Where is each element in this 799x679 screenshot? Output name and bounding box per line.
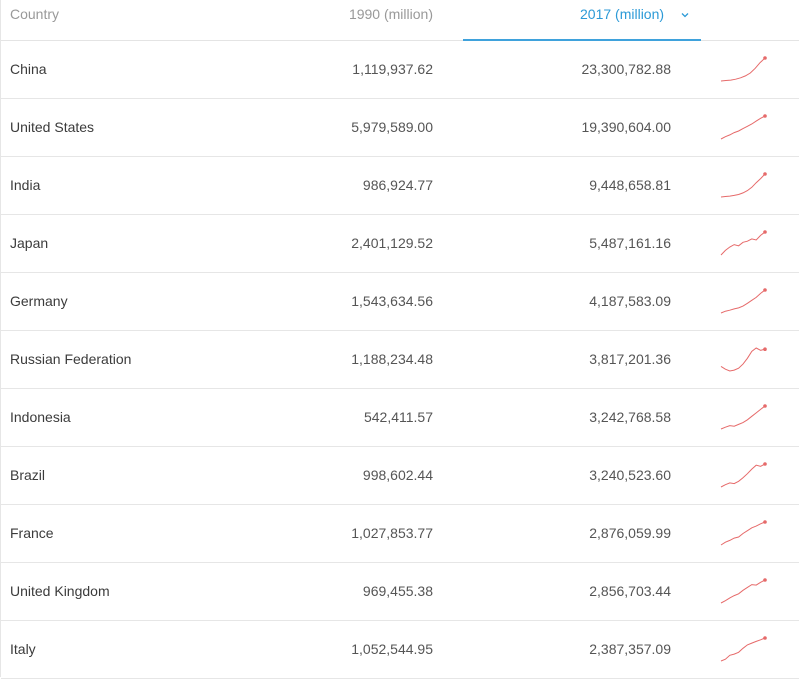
- value-1990: 542,411.57: [363, 409, 433, 425]
- value-2017: 2,876,059.99: [589, 525, 671, 541]
- table-row[interactable]: France 1,027,853.77 2,876,059.99: [1, 505, 799, 563]
- trend-sparkline: [719, 53, 769, 87]
- country-name[interactable]: China: [10, 41, 47, 98]
- table-row[interactable]: India 986,924.77 9,448,658.81: [1, 157, 799, 215]
- column-header-1990[interactable]: 1990 (million): [261, 0, 433, 40]
- sparkline-chart: [720, 347, 767, 372]
- table-row[interactable]: Germany 1,543,634.56 4,187,583.09: [1, 273, 799, 331]
- value-2017: 3,817,201.36: [589, 351, 671, 367]
- sparkline-line: [720, 173, 766, 198]
- sparkline-chart: [720, 288, 767, 314]
- trend-sparkline: [719, 459, 769, 493]
- sparkline-endpoint: [763, 404, 767, 408]
- value-2017: 3,240,523.60: [589, 467, 671, 483]
- value-2017: 5,487,161.16: [589, 235, 671, 251]
- value-2017: 4,187,583.09: [589, 293, 671, 309]
- sparkline-endpoint: [763, 462, 767, 466]
- sparkline-line: [720, 637, 766, 662]
- value-2017: 2,387,357.09: [589, 641, 671, 657]
- trend-sparkline: [719, 285, 769, 319]
- trend-sparkline: [719, 169, 769, 203]
- sparkline-chart: [720, 56, 767, 82]
- sparkline-endpoint: [763, 56, 767, 60]
- sparkline-endpoint: [763, 578, 767, 582]
- value-1990: 998,602.44: [362, 467, 433, 483]
- trend-sparkline: [719, 633, 769, 667]
- value-2017: 19,390,604.00: [581, 119, 671, 135]
- table-row[interactable]: United States 5,979,589.00 19,390,604.00: [1, 99, 799, 157]
- trend-sparkline: [719, 401, 769, 435]
- gdp-table: Country 1990 (million) 2017 (million) Ch…: [0, 0, 799, 679]
- sparkline-endpoint: [763, 114, 767, 118]
- sparkline-line: [720, 347, 766, 372]
- country-name[interactable]: United States: [10, 99, 94, 156]
- value-2017: 2,856,703.44: [589, 583, 671, 599]
- sparkline-chart: [720, 230, 767, 256]
- country-name[interactable]: Italy: [10, 621, 36, 678]
- country-name[interactable]: Indonesia: [10, 389, 71, 446]
- country-name[interactable]: Japan: [10, 215, 48, 272]
- trend-sparkline: [719, 517, 769, 551]
- sparkline-endpoint: [763, 636, 767, 640]
- sparkline-chart: [720, 114, 767, 140]
- sparkline-line: [720, 115, 766, 140]
- table-row[interactable]: United Kingdom 969,455.38 2,856,703.44: [1, 563, 799, 621]
- sparkline-line: [720, 579, 766, 604]
- value-2017: 9,448,658.81: [589, 177, 671, 193]
- value-1990: 1,543,634.56: [351, 293, 433, 309]
- sparkline-line: [720, 231, 766, 256]
- sparkline-chart: [720, 172, 767, 198]
- table-row[interactable]: Japan 2,401,129.52 5,487,161.16: [1, 215, 799, 273]
- sparkline-chart: [720, 520, 767, 546]
- value-1990: 1,052,544.95: [351, 641, 433, 657]
- trend-sparkline: [719, 575, 769, 609]
- country-name[interactable]: India: [10, 157, 40, 214]
- country-name[interactable]: United Kingdom: [10, 563, 110, 620]
- chevron-down-icon: [681, 13, 689, 18]
- table-row[interactable]: Russian Federation 1,188,234.48 3,817,201.…: [1, 331, 799, 389]
- value-2017: 23,300,782.88: [581, 61, 671, 77]
- sparkline-endpoint: [763, 230, 767, 234]
- value-2017: 3,242,768.58: [589, 409, 671, 425]
- table-row[interactable]: Brazil 998,602.44 3,240,523.60: [1, 447, 799, 505]
- table-row[interactable]: Italy 1,052,544.95 2,387,357.09: [1, 621, 799, 679]
- value-1990: 1,027,853.77: [351, 525, 433, 541]
- value-1990: 1,119,937.62: [352, 61, 433, 77]
- trend-sparkline: [719, 111, 769, 145]
- column-header-country[interactable]: Country: [10, 0, 59, 40]
- sparkline-endpoint: [763, 172, 767, 176]
- sparkline-chart: [720, 636, 767, 662]
- sparkline-endpoint: [763, 347, 767, 351]
- column-header-2017-label: 2017 (million): [580, 6, 665, 22]
- sparkline-line: [720, 405, 766, 430]
- sparkline-line: [720, 289, 766, 314]
- country-name[interactable]: Russian Federation: [10, 331, 131, 388]
- value-1990: 969,455.38: [362, 583, 433, 599]
- country-name[interactable]: Brazil: [10, 447, 45, 504]
- value-1990: 986,924.77: [362, 177, 433, 193]
- table-body: China 1,119,937.62 23,300,782.88 United Sta…: [1, 41, 799, 679]
- sparkline-chart: [720, 578, 767, 604]
- trend-sparkline: [719, 227, 769, 261]
- trend-sparkline: [719, 343, 769, 377]
- column-header-2017[interactable]: 2017 (million): [463, 0, 701, 41]
- sparkline-line: [720, 521, 766, 546]
- country-name[interactable]: France: [10, 505, 54, 562]
- sparkline-chart: [720, 462, 767, 488]
- value-1990: 2,401,129.52: [351, 235, 433, 251]
- table-row[interactable]: Indonesia 542,411.57 3,242,768.58: [1, 389, 799, 447]
- sparkline-line: [720, 463, 766, 488]
- value-1990: 1,188,234.48: [351, 351, 433, 367]
- sparkline-chart: [720, 404, 767, 430]
- table-header: Country 1990 (million) 2017 (million): [1, 0, 799, 41]
- sparkline-line: [720, 57, 766, 82]
- table-row[interactable]: China 1,119,937.62 23,300,782.88: [1, 41, 799, 99]
- sparkline-endpoint: [763, 520, 767, 524]
- country-name[interactable]: Germany: [10, 273, 68, 330]
- value-1990: 5,979,589.00: [351, 119, 433, 135]
- sparkline-endpoint: [763, 288, 767, 292]
